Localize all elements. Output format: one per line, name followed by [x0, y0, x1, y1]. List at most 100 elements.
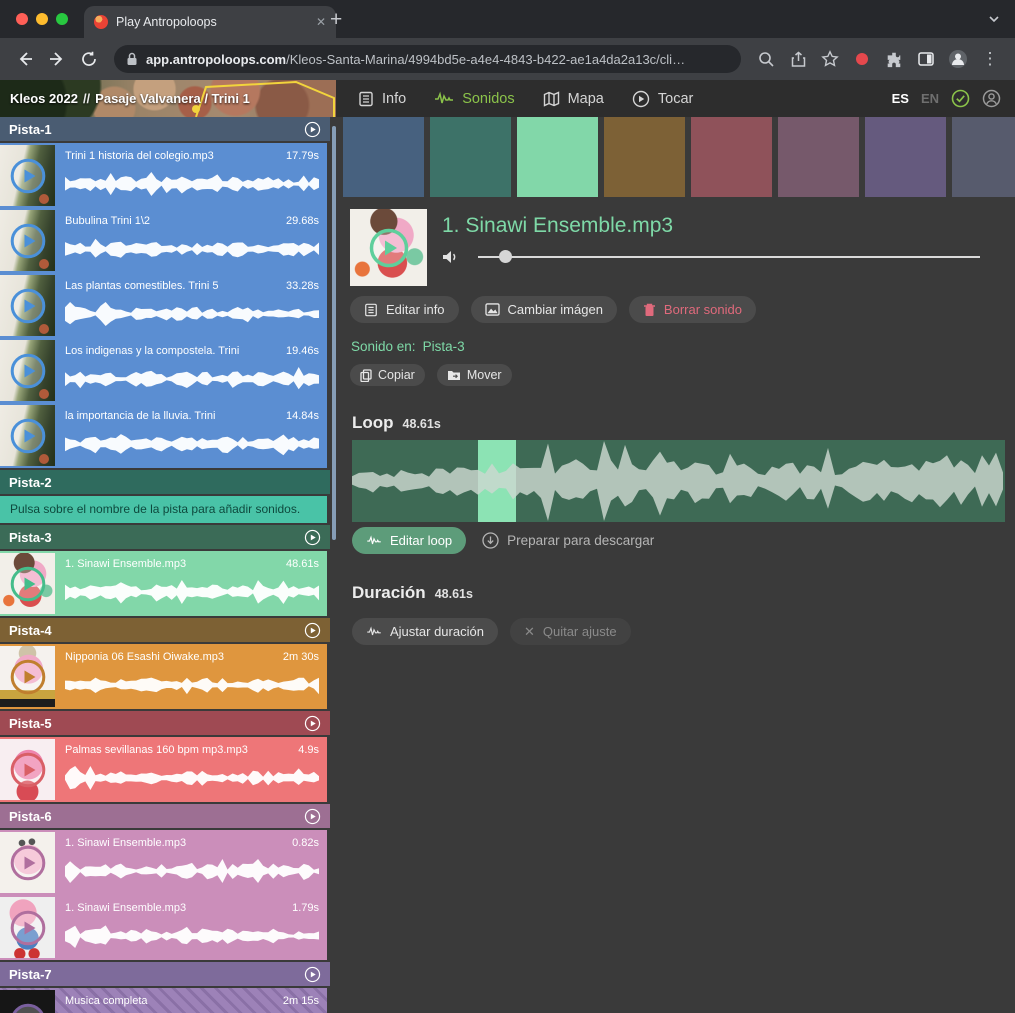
track-header-pista-2[interactable]: Pista-2: [0, 470, 330, 494]
share-icon[interactable]: [783, 44, 813, 74]
edit-info-button[interactable]: Editar info: [350, 296, 459, 323]
sound-thumbnail[interactable]: [350, 209, 427, 286]
track-play-button[interactable]: [304, 715, 321, 732]
clip-thumbnail[interactable]: [0, 832, 55, 893]
clip-thumbnail[interactable]: [0, 275, 55, 336]
clip-thumbnail[interactable]: [0, 990, 55, 1013]
change-image-button[interactable]: Cambiar imágen: [471, 296, 617, 323]
volume-slider-track[interactable]: [478, 256, 980, 258]
clip-row[interactable]: Nipponia 06 Esashi Oiwake.mp32m 30s: [0, 644, 327, 709]
play-icon[interactable]: [10, 158, 46, 194]
sound-in-track-link[interactable]: Pista-3: [423, 339, 465, 354]
maximize-window-button[interactable]: [56, 13, 68, 25]
nav-tab-sonidos[interactable]: Sonidos: [434, 91, 514, 107]
browser-profile-avatar[interactable]: [943, 44, 973, 74]
track-header-pista-6[interactable]: Pista-6: [0, 804, 330, 828]
track-header-pista-7[interactable]: Pista-7: [0, 962, 330, 986]
track-play-button[interactable]: [304, 529, 321, 546]
clip-row[interactable]: 1. Sinawi Ensemble.mp31.79s: [0, 895, 327, 960]
track-play-button[interactable]: [304, 966, 321, 983]
lang-en[interactable]: EN: [921, 91, 939, 106]
play-icon[interactable]: [10, 566, 46, 602]
prepare-download-button[interactable]: Preparar para descargar: [482, 532, 654, 549]
play-icon[interactable]: [10, 418, 46, 454]
side-panel-icon[interactable]: [911, 44, 941, 74]
loop-waveform[interactable]: [352, 440, 1005, 522]
zoom-icon[interactable]: [751, 44, 781, 74]
play-icon[interactable]: [10, 288, 46, 324]
track-color-tab-5[interactable]: [691, 117, 772, 197]
clip-thumbnail[interactable]: [0, 897, 55, 958]
minimize-window-button[interactable]: [36, 13, 48, 25]
new-tab-button[interactable]: +: [330, 7, 342, 33]
clip-row[interactable]: Bubulina Trini 1\229.68s: [0, 208, 327, 273]
track-color-tab-7[interactable]: [865, 117, 946, 197]
saved-check-icon[interactable]: [951, 89, 970, 108]
adjust-duration-button[interactable]: Ajustar duración: [352, 618, 498, 645]
move-button[interactable]: Mover: [437, 364, 512, 386]
map-banner[interactable]: Kleos 2022//Pasaje Valvanera / Trini 1: [0, 80, 336, 117]
address-bar[interactable]: app.antropoloops.com/Kleos-Santa-Marina/…: [114, 45, 741, 73]
clip-thumbnail[interactable]: [0, 646, 55, 707]
track-color-tab-2[interactable]: [430, 117, 511, 197]
clear-adjust-button[interactable]: ✕ Quitar ajuste: [510, 618, 631, 645]
clip-duration: 4.9s: [292, 744, 319, 756]
track-play-button[interactable]: [304, 622, 321, 639]
play-icon[interactable]: [10, 223, 46, 259]
track-header-pista-1[interactable]: Pista-1: [0, 117, 330, 141]
track-color-tab-4[interactable]: [604, 117, 685, 197]
tab-close-icon[interactable]: ✕: [316, 15, 326, 29]
play-icon[interactable]: [10, 1003, 46, 1013]
track-header-pista-5[interactable]: Pista-5: [0, 711, 330, 735]
nav-tab-info[interactable]: Info: [358, 91, 406, 107]
clip-thumbnail[interactable]: [0, 405, 55, 466]
sound-in-label: Sonido en:: [351, 339, 416, 354]
track-color-tab-3-active[interactable]: [517, 117, 598, 197]
extensions-puzzle-icon[interactable]: [879, 44, 909, 74]
reload-icon[interactable]: [74, 44, 104, 74]
track-color-tab-6[interactable]: [778, 117, 859, 197]
clip-thumbnail[interactable]: [0, 739, 55, 800]
track-color-tab-1[interactable]: [343, 117, 424, 197]
nav-tab-mapa[interactable]: Mapa: [543, 91, 604, 107]
clip-row[interactable]: Las plantas comestibles. Trini 533.28s: [0, 273, 327, 338]
clip-thumbnail[interactable]: [0, 210, 55, 271]
clip-thumbnail[interactable]: [0, 553, 55, 614]
clip-row[interactable]: Musica completa2m 15s: [0, 988, 327, 1013]
clip-row[interactable]: Trini 1 historia del colegio.mp317.79s: [0, 143, 327, 208]
volume-slider-knob[interactable]: [499, 250, 512, 263]
account-icon[interactable]: [982, 89, 1001, 108]
clip-row[interactable]: la importancia de la lluvia. Trini14.84s: [0, 403, 327, 468]
record-extension-icon[interactable]: [847, 44, 877, 74]
play-icon[interactable]: [10, 353, 46, 389]
copy-button[interactable]: Copiar: [350, 364, 425, 386]
clip-thumbnail[interactable]: [0, 145, 55, 206]
lang-es[interactable]: ES: [892, 91, 909, 106]
clip-row[interactable]: 1. Sinawi Ensemble.mp348.61s: [0, 551, 327, 616]
play-icon[interactable]: [369, 228, 409, 268]
clip-waveform: [65, 923, 319, 949]
play-icon[interactable]: [10, 910, 46, 946]
chevron-down-icon[interactable]: [987, 12, 1001, 26]
edit-loop-button[interactable]: Editar loop: [352, 527, 466, 554]
play-icon[interactable]: [10, 845, 46, 881]
browser-tab[interactable]: Play Antropoloops ✕: [84, 6, 336, 38]
play-icon[interactable]: [10, 752, 46, 788]
clip-row[interactable]: 1. Sinawi Ensemble.mp30.82s: [0, 830, 327, 895]
close-window-button[interactable]: [16, 13, 28, 25]
play-icon[interactable]: [10, 659, 46, 695]
track-play-button[interactable]: [304, 808, 321, 825]
nav-tab-tocar[interactable]: Tocar: [632, 90, 693, 108]
browser-menu-icon[interactable]: ⋮: [975, 44, 1005, 74]
bookmark-star-icon[interactable]: [815, 44, 845, 74]
delete-sound-button[interactable]: Borrar sonido: [629, 296, 756, 323]
clip-thumbnail[interactable]: [0, 340, 55, 401]
clip-row[interactable]: Palmas sevillanas 160 bpm mp3.mp34.9s: [0, 737, 327, 802]
track-color-tab-8[interactable]: [952, 117, 1015, 197]
track-header-pista-4[interactable]: Pista-4: [0, 618, 330, 642]
clip-row[interactable]: Los indigenas y la compostela. Trini19.4…: [0, 338, 327, 403]
back-icon[interactable]: [10, 44, 40, 74]
track-play-button[interactable]: [304, 121, 321, 138]
forward-icon[interactable]: [42, 44, 72, 74]
track-header-pista-3[interactable]: Pista-3: [0, 525, 330, 549]
